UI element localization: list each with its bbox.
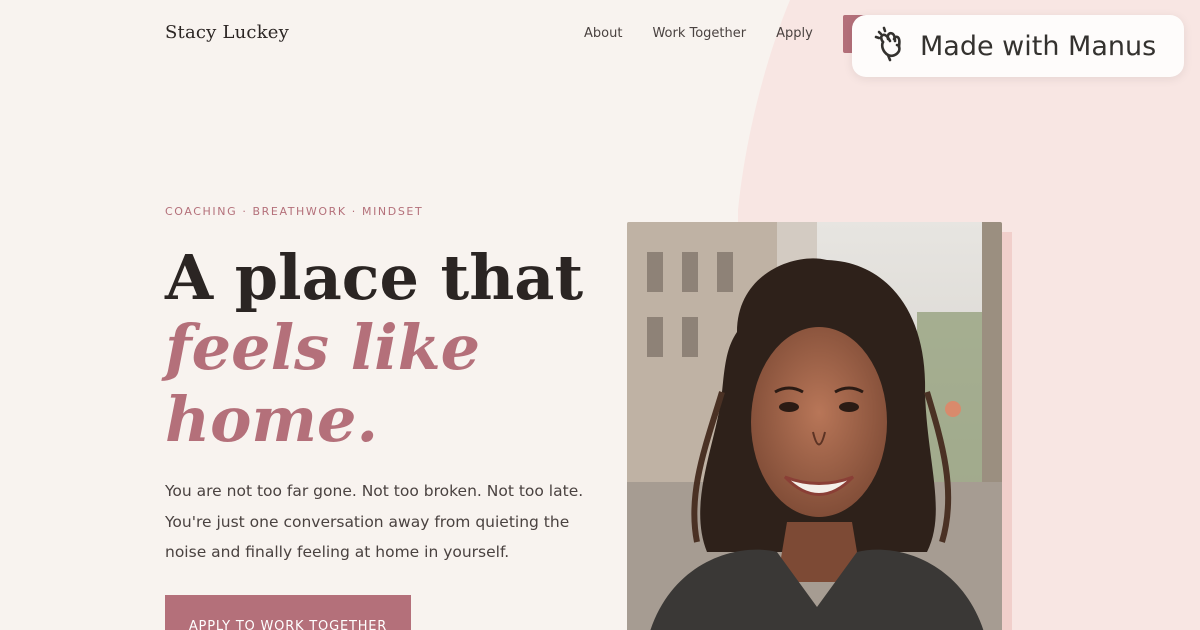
apply-cta-button[interactable]: APPLY TO WORK TOGETHER <box>165 595 411 630</box>
lede-line-2: You're just one conversation away from q… <box>165 512 570 531</box>
main-nav: About Work Together Apply <box>584 26 813 41</box>
brand-logo[interactable]: Stacy Luckey <box>165 22 289 43</box>
lede-line-3: noise and finally feeling at home in you… <box>165 543 510 561</box>
nav-link-apply[interactable]: Apply <box>776 26 813 41</box>
headline-line-2: feels like <box>165 311 481 384</box>
hero-eyebrow: COACHING · BREATHWORK · MINDSET <box>165 205 424 218</box>
nav-link-about[interactable]: About <box>584 26 622 41</box>
hero-lede: You are not too far gone. Not too broken… <box>165 476 584 568</box>
headline-line-1: A place that <box>165 241 584 314</box>
badge-label: Made with Manus <box>920 30 1157 62</box>
made-with-manus-badge[interactable]: Made with Manus <box>852 15 1184 77</box>
nav-link-work-together[interactable]: Work Together <box>652 26 746 41</box>
manus-hand-icon <box>874 26 908 67</box>
lede-line-1: You are not too far gone. Not too broken… <box>165 482 584 500</box>
portrait-photo <box>627 222 1002 630</box>
headline-line-3: home. <box>165 383 379 456</box>
